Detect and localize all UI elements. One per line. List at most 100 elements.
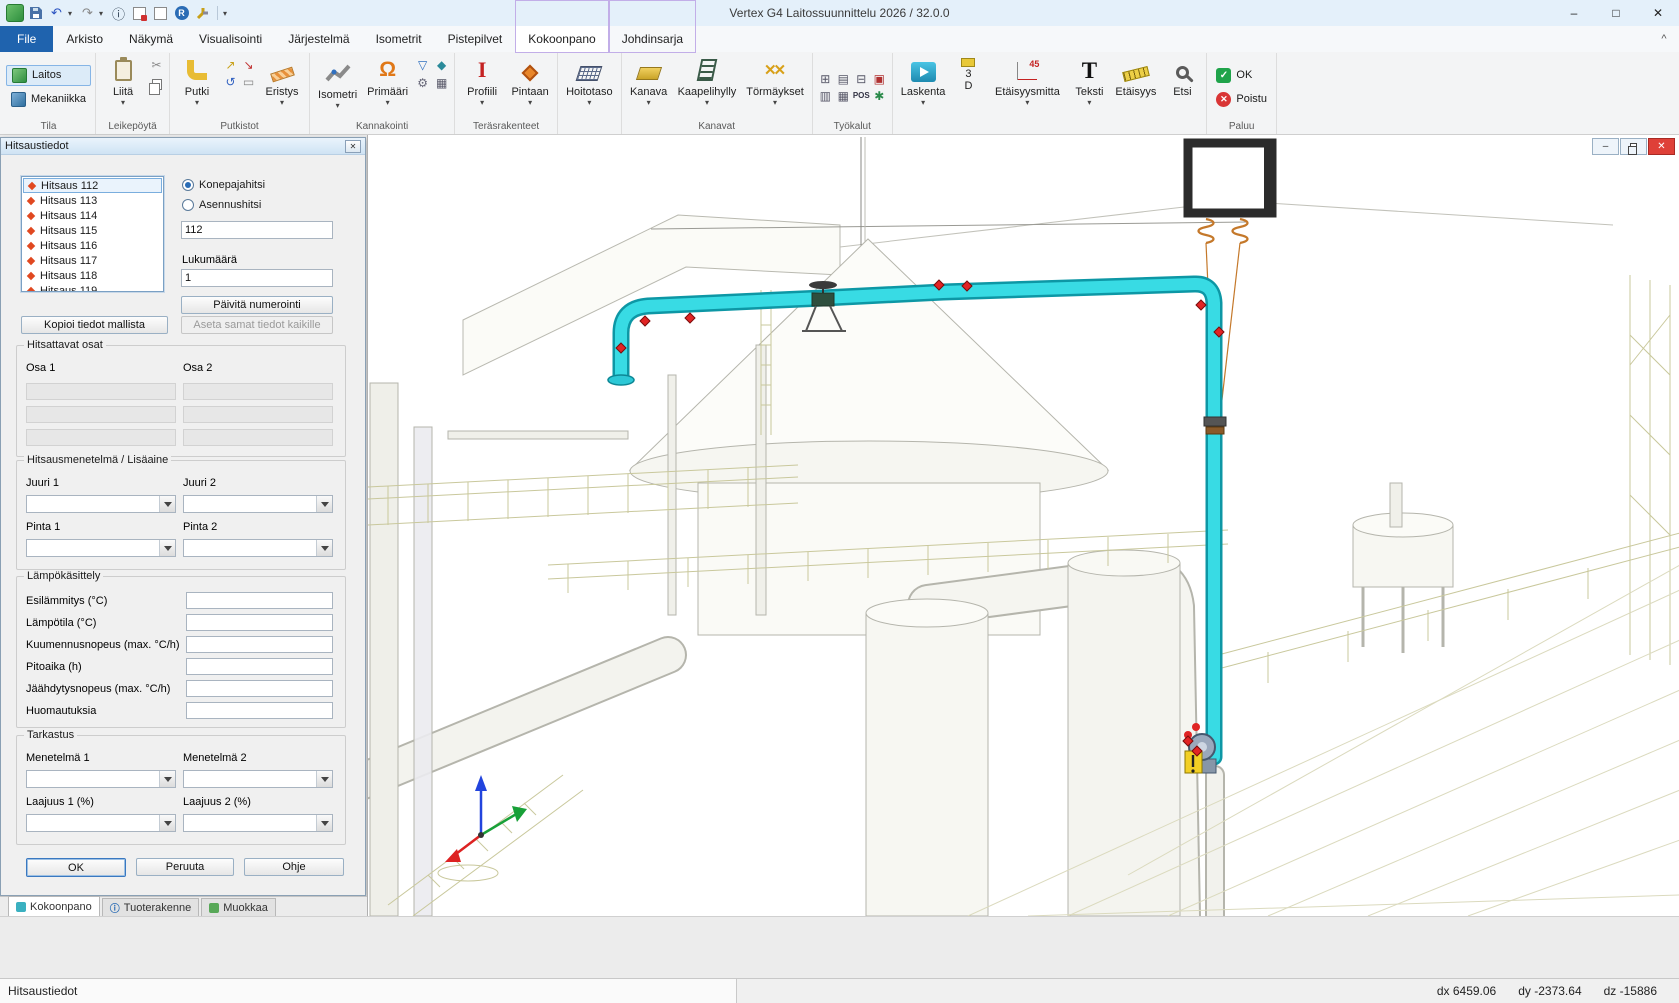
pipe-clamp[interactable] xyxy=(1204,417,1226,434)
list-item[interactable]: Hitsaus 117 xyxy=(23,253,162,268)
info-icon[interactable]: ⓘ xyxy=(109,3,128,23)
mdi-close-button[interactable]: ✕ xyxy=(1648,138,1675,155)
isometri-button[interactable]: Isometri ▾ xyxy=(314,54,361,118)
pipe-branch-icon[interactable] xyxy=(193,3,212,23)
list-item[interactable]: Hitsaus 118 xyxy=(23,268,162,283)
column-tool-icon[interactable]: ▤ xyxy=(835,71,852,87)
profiili-button[interactable]: I Profiili ▾ xyxy=(459,54,505,118)
branch-up-icon[interactable]: ↗ xyxy=(222,57,239,73)
undo-dropdown-icon[interactable]: ▾ xyxy=(68,9,76,18)
slope-down-icon[interactable]: ↘ xyxy=(240,57,257,73)
tab-johdinsarja[interactable]: Johdinsarja xyxy=(609,26,696,52)
help-button[interactable]: Ohje xyxy=(244,858,344,876)
snap-grid-icon[interactable]: ⊞ xyxy=(817,71,834,87)
tab-arkisto[interactable]: Arkisto xyxy=(53,26,116,52)
juuri2-dropdown[interactable] xyxy=(183,495,333,513)
poistu-button[interactable]: ✕ Poistu xyxy=(1211,89,1272,110)
list-item[interactable]: Hitsaus 114 xyxy=(23,208,162,223)
mekaniikka-button[interactable]: Mekaniikka xyxy=(6,89,91,110)
mdi-minimize-button[interactable]: – xyxy=(1592,138,1619,155)
heat-input-0[interactable] xyxy=(186,592,333,609)
cancel-button[interactable]: Peruuta xyxy=(136,858,234,876)
liita-button[interactable]: Liitä ▾ xyxy=(100,54,146,118)
window-minimize-button[interactable]: – xyxy=(1553,1,1595,26)
pintaan-button[interactable]: Pintaan ▾ xyxy=(507,54,553,118)
list-item[interactable]: Hitsaus 112 xyxy=(23,178,162,193)
etsi-button[interactable]: Etsi xyxy=(1162,54,1202,118)
tormaykset-button[interactable]: ✕✕ Törmäykset ▾ xyxy=(742,54,807,118)
panel-tab-kokoonpano[interactable]: Kokoonpano xyxy=(8,896,100,916)
ribbon-collapse-icon[interactable]: ^ xyxy=(1649,26,1679,52)
window-maximize-button[interactable]: □ xyxy=(1595,1,1637,26)
list-item[interactable]: Hitsaus 119 xyxy=(23,283,162,292)
pinta2-dropdown[interactable] xyxy=(183,539,333,557)
etaisyys-button[interactable]: Etäisyys xyxy=(1111,54,1160,118)
kaapelihylly-button[interactable]: Kaapelihylly ▾ xyxy=(674,54,741,118)
heat-input-4[interactable] xyxy=(186,680,333,697)
ok-button[interactable]: OK xyxy=(26,858,126,877)
primaari-button[interactable]: Ω Primääri ▾ xyxy=(363,54,412,118)
undo-icon[interactable]: ↶ xyxy=(47,3,66,23)
report-grid-icon[interactable] xyxy=(130,3,149,23)
cut-icon[interactable]: ✂ xyxy=(148,57,165,73)
r-badge-icon[interactable]: R xyxy=(172,3,191,23)
laskenta-button[interactable]: Laskenta ▾ xyxy=(897,54,950,118)
support-grid-icon[interactable]: ▦ xyxy=(433,75,450,91)
list-item[interactable]: Hitsaus 113 xyxy=(23,193,162,208)
laajuus1-dropdown[interactable] xyxy=(26,814,176,832)
list-item[interactable]: Hitsaus 116 xyxy=(23,238,162,253)
window-close-button[interactable]: ✕ xyxy=(1637,1,1679,26)
3d-button[interactable]: 3 D xyxy=(951,54,985,118)
laajuus2-dropdown[interactable] xyxy=(183,814,333,832)
tab-visualisointi[interactable]: Visualisointi xyxy=(186,26,275,52)
funnel-icon[interactable]: ▽ xyxy=(414,57,431,73)
weld-list[interactable]: Hitsaus 112 Hitsaus 113 Hitsaus 114 Hits… xyxy=(21,176,164,292)
menetelma2-dropdown[interactable] xyxy=(183,770,333,788)
toolbar-options-icon[interactable]: ▾ xyxy=(223,9,231,18)
tab-isometrit[interactable]: Isometrit xyxy=(363,26,435,52)
update-numbering-button[interactable]: Päivitä numerointi xyxy=(181,296,333,314)
panel-tab-muokkaa[interactable]: Muokkaa xyxy=(201,898,276,916)
kanava-button[interactable]: Kanava ▾ xyxy=(626,54,672,118)
gear-icon[interactable]: ⚙ xyxy=(414,75,431,91)
tab-jarjestelma[interactable]: Järjestelmä xyxy=(275,26,362,52)
ok-button-ribbon[interactable]: ✓ OK xyxy=(1211,65,1272,86)
panel-tool-icon[interactable]: ⊟ xyxy=(853,71,870,87)
juuri1-dropdown[interactable] xyxy=(26,495,176,513)
tab-pistepilvet[interactable]: Pistepilvet xyxy=(435,26,516,52)
heat-input-3[interactable] xyxy=(186,658,333,675)
list-item[interactable]: Hitsaus 115 xyxy=(23,223,162,238)
radio-asennushitsi[interactable]: Asennushitsi xyxy=(182,199,261,211)
3d-scene[interactable] xyxy=(368,135,1679,916)
redo-icon[interactable]: ↷ xyxy=(78,3,97,23)
tab-nakyma[interactable]: Näkymä xyxy=(116,26,186,52)
align-tool-icon[interactable]: ▥ xyxy=(817,88,834,104)
dialog-close-icon[interactable]: ✕ xyxy=(345,140,361,153)
heat-input-5[interactable] xyxy=(186,702,333,719)
pinta1-dropdown[interactable] xyxy=(26,539,176,557)
hoitotaso-button[interactable]: Hoitotaso ▾ xyxy=(562,54,616,118)
teksti-button[interactable]: T Teksti ▾ xyxy=(1069,54,1109,118)
redo-dropdown-icon[interactable]: ▾ xyxy=(99,9,107,18)
eristys-button[interactable]: Eristys ▾ xyxy=(259,54,305,118)
mdi-restore-button[interactable] xyxy=(1620,138,1647,155)
3d-viewport[interactable]: – ✕ xyxy=(367,135,1679,916)
weld-number-input[interactable] xyxy=(181,221,333,239)
copy-icon[interactable] xyxy=(148,75,165,91)
reroute-icon[interactable]: ↺ xyxy=(222,74,239,90)
radio-konepajahitsi[interactable]: Konepajahitsi xyxy=(182,179,265,191)
table-tool-icon[interactable]: ▦ xyxy=(835,88,852,104)
table-grid-icon[interactable] xyxy=(151,3,170,23)
menetelma1-dropdown[interactable] xyxy=(26,770,176,788)
warning-icon[interactable] xyxy=(1185,751,1202,773)
heat-input-1[interactable] xyxy=(186,614,333,631)
dialog-titlebar[interactable]: Hitsaustiedot ✕ xyxy=(1,138,365,155)
segment-icon[interactable]: ▭ xyxy=(240,74,257,90)
panel-tab-tuoterakenne[interactable]: ⓘ Tuoterakenne xyxy=(102,898,199,916)
putki-button[interactable]: Putki ▾ xyxy=(174,54,220,118)
pos-tool-icon[interactable]: POS xyxy=(853,88,870,104)
heat-input-2[interactable] xyxy=(186,636,333,653)
count-input[interactable] xyxy=(181,269,333,287)
app-logo-icon[interactable] xyxy=(5,3,24,23)
tab-kokoonpano[interactable]: Kokoonpano xyxy=(515,26,608,52)
